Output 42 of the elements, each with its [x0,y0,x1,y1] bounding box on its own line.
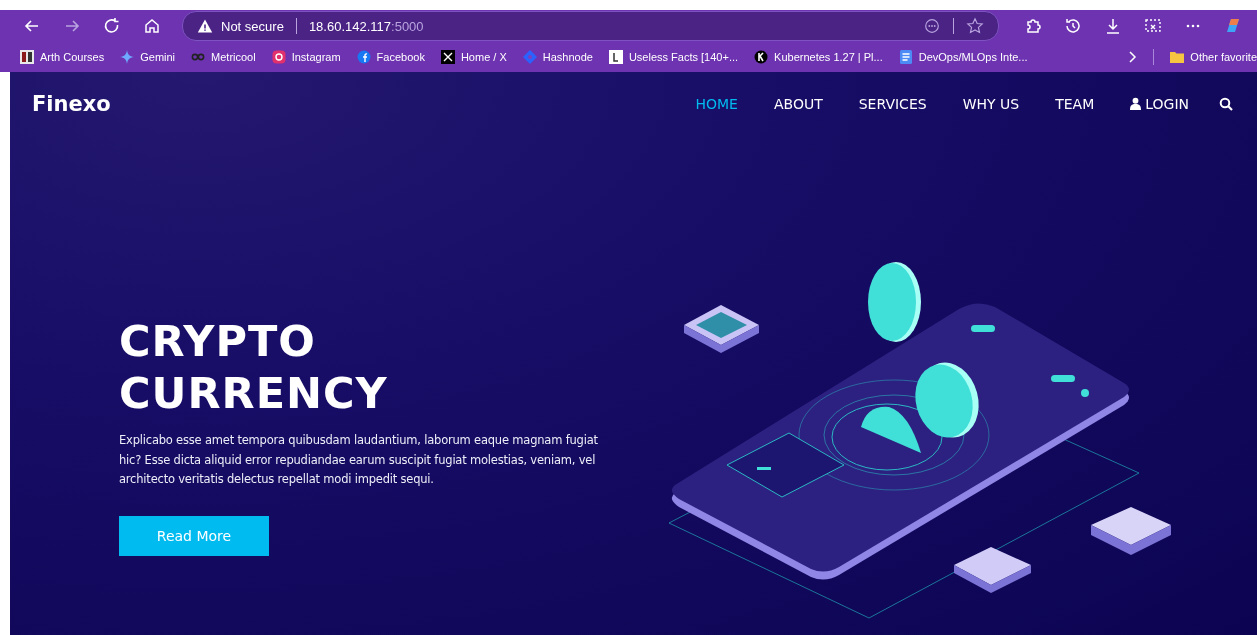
refresh-icon[interactable] [102,16,122,36]
bookmark-item[interactable]: Kubernetes 1.27 | Pl... [754,50,883,64]
nav-link[interactable]: SERVICES [858,95,927,112]
more-icon[interactable] [923,17,941,35]
address-bar[interactable]: Not secure 18.60.142.117:5000 [182,11,999,41]
history-icon[interactable] [1063,16,1083,36]
nav-link[interactable]: HOME [695,95,738,112]
bookmark-item[interactable]: Home / X [440,50,507,64]
bookmark-item[interactable]: DevOps/MLOps Inte... [898,50,1028,64]
star-icon[interactable] [966,17,984,35]
site-icon [356,50,371,64]
chevron-right-icon[interactable] [1127,50,1138,64]
site-icon [20,50,34,64]
nav-link[interactable]: ABOUT [773,95,823,112]
home-icon[interactable] [142,16,162,36]
user-icon [1130,97,1142,110]
brand-logo[interactable]: Finexo [32,91,111,116]
bookmark-folder[interactable]: Other favorite [1170,50,1257,64]
nav-link[interactable]: TEAM [1055,95,1095,112]
site-icon [608,50,623,64]
login-link[interactable]: LOGIN [1130,95,1189,112]
site-icon [754,50,769,64]
bookmark-item[interactable]: Instagram [271,50,341,64]
site-icon [440,50,455,64]
warning-icon [197,18,213,34]
url-text: 18.60.142.117:5000 [308,18,424,34]
site-icon [898,50,913,64]
sparkle-icon [120,50,135,64]
bookmark-item[interactable]: Hashnode [522,50,593,64]
nav-link[interactable]: WHY US [962,95,1020,112]
folder-icon [1170,50,1185,64]
site-icon [522,50,537,64]
bookmark-item[interactable]: Facebook [356,50,425,64]
camera-icon [271,50,286,64]
bookmark-item[interactable]: Gemini [120,50,176,64]
hero-text: Explicabo esse amet tempora quibusdam laudantium, laborum eaque magnam fugiat hic? Esse dicta aliquid error repudiandae earum suscipit fugiat molestias, veniam, vel architecto veritatis delectus repellat modi impedit sequi. [119,432,599,488]
bookmark-item[interactable]: Metricool [191,50,256,64]
hero-title: CRYPTO CURRENCY [119,315,389,419]
search-icon[interactable] [1219,96,1233,111]
bookmark-item[interactable]: Useless Facts [140+... [608,50,739,64]
bookmark-item[interactable]: Arth Courses [20,50,105,64]
security-label: Not secure [221,18,284,34]
